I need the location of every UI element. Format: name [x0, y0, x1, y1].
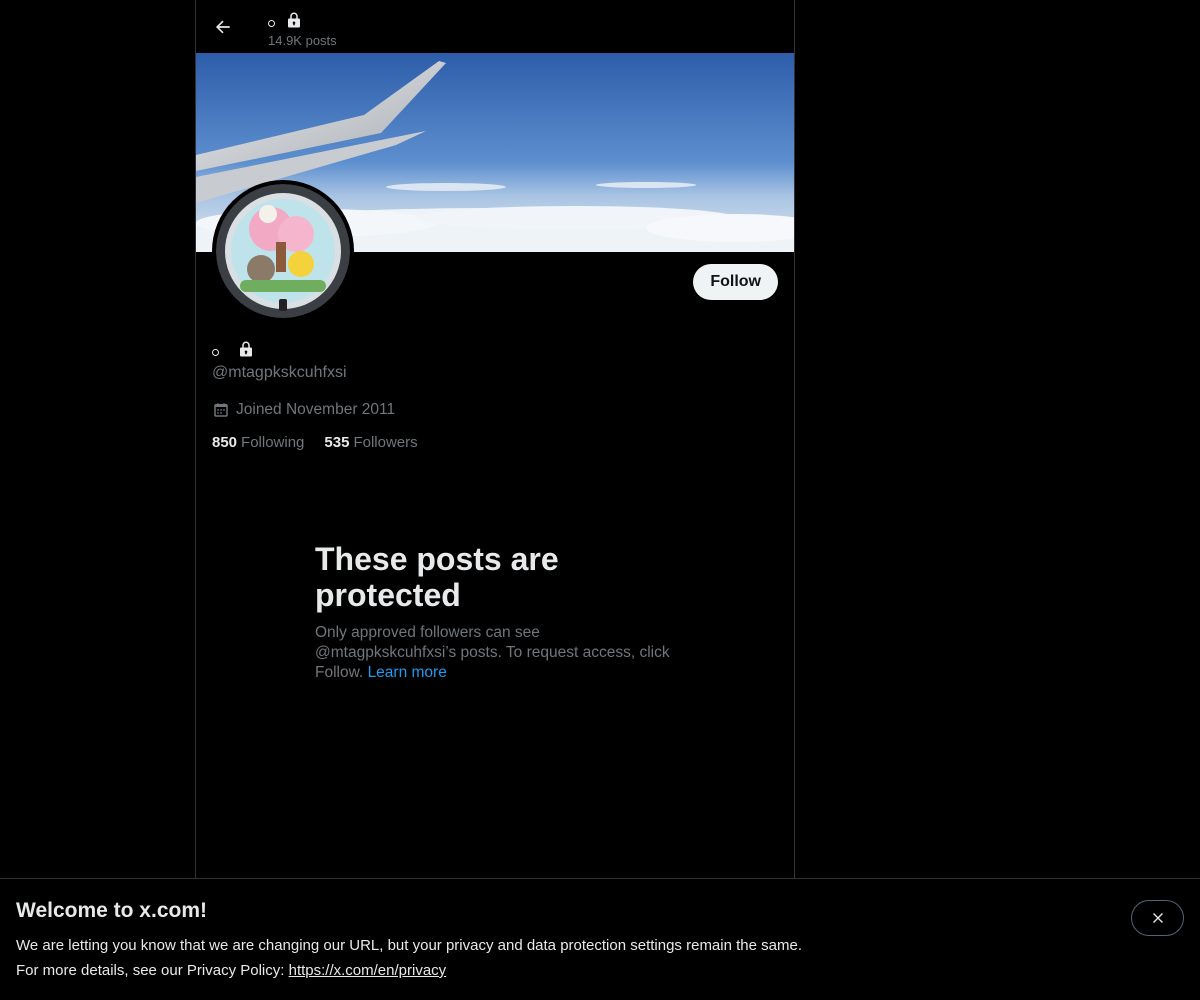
name-circle-glyph — [212, 348, 219, 356]
followers-count: 535 — [324, 434, 350, 451]
lock-icon — [288, 12, 300, 28]
header-posts-count: 14.9K posts — [268, 33, 337, 48]
notice-message: We are letting you know that we are chan… — [16, 937, 802, 954]
header-display-name — [268, 10, 303, 30]
profile-handle: @mtagpkskcuhfxsi — [212, 364, 347, 381]
protected-title: These posts are protected — [315, 541, 559, 613]
protected-body: Only approved followers can see @mtagpks… — [315, 623, 685, 683]
learn-more-link[interactable]: Learn more — [368, 664, 447, 681]
avatar-image — [216, 184, 350, 318]
privacy-policy-link[interactable]: https://x.com/en/privacy — [289, 962, 447, 979]
joined-date: Joined November 2011 — [212, 401, 395, 419]
profile-avatar[interactable] — [212, 180, 354, 322]
profile-column: 14.9K posts Follow @mtagpkskcuhfxsi Join… — [195, 0, 795, 878]
name-circle-glyph — [268, 19, 275, 27]
following-count: 850 — [212, 434, 238, 451]
notice-privacy-prefix: For more details, see our Privacy Policy… — [16, 962, 285, 979]
notice-title: Welcome to x.com! — [16, 899, 207, 922]
arrow-left-icon — [215, 20, 230, 34]
profile-display-name — [212, 340, 255, 358]
notice-privacy-line: For more details, see our Privacy Policy… — [16, 962, 446, 979]
calendar-icon — [214, 403, 228, 417]
back-button[interactable] — [206, 10, 240, 44]
protected-posts-notice: These posts are protected Only approved … — [315, 541, 685, 683]
follow-stats: 850 Following 535 Followers — [212, 434, 418, 451]
followers-link[interactable]: 535 Followers — [324, 434, 417, 451]
following-label: Following — [241, 434, 305, 451]
joined-date-text: Joined November 2011 — [236, 401, 396, 418]
url-change-notice: Welcome to x.com! We are letting you kno… — [0, 878, 1200, 1000]
followers-label: Followers — [353, 434, 418, 451]
close-button[interactable] — [1131, 900, 1184, 936]
close-icon — [1152, 913, 1163, 923]
lock-icon — [240, 341, 252, 357]
following-link[interactable]: 850 Following — [212, 434, 304, 451]
follow-button[interactable]: Follow — [693, 264, 778, 300]
profile-header-bar: 14.9K posts — [196, 0, 794, 53]
